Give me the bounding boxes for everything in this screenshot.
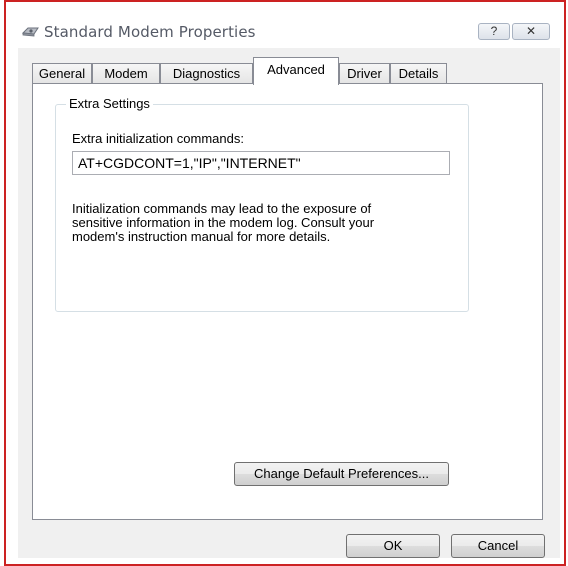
extra-settings-group: Extra Settings Extra initialization comm…	[55, 96, 469, 312]
cancel-button[interactable]: Cancel	[451, 534, 545, 558]
window-title: Standard Modem Properties	[44, 23, 256, 41]
title-bar[interactable]: Standard Modem Properties ? ✕	[6, 2, 564, 48]
properties-window: Standard Modem Properties ? ✕ General Mo…	[4, 0, 566, 566]
extra-init-commands-input[interactable]	[72, 151, 450, 175]
tab-diagnostics[interactable]: Diagnostics	[160, 63, 253, 84]
dialog-client: General Modem Diagnostics Advanced Drive…	[18, 48, 560, 558]
modem-icon	[21, 24, 40, 38]
advanced-tab-panel: Extra Settings Extra initialization comm…	[32, 83, 543, 520]
tab-advanced[interactable]: Advanced	[253, 57, 339, 85]
group-title: Extra Settings	[66, 96, 153, 111]
tab-modem[interactable]: Modem	[92, 63, 160, 84]
tab-driver[interactable]: Driver	[339, 63, 390, 84]
change-default-preferences-button[interactable]: Change Default Preferences...	[234, 462, 449, 486]
tab-general[interactable]: General	[32, 63, 92, 84]
security-note: Initialization commands may lead to the …	[72, 201, 375, 244]
extra-init-label: Extra initialization commands:	[72, 131, 244, 146]
help-button[interactable]: ?	[478, 23, 510, 40]
close-button[interactable]: ✕	[512, 23, 550, 40]
ok-button[interactable]: OK	[346, 534, 440, 558]
tab-details[interactable]: Details	[390, 63, 447, 84]
